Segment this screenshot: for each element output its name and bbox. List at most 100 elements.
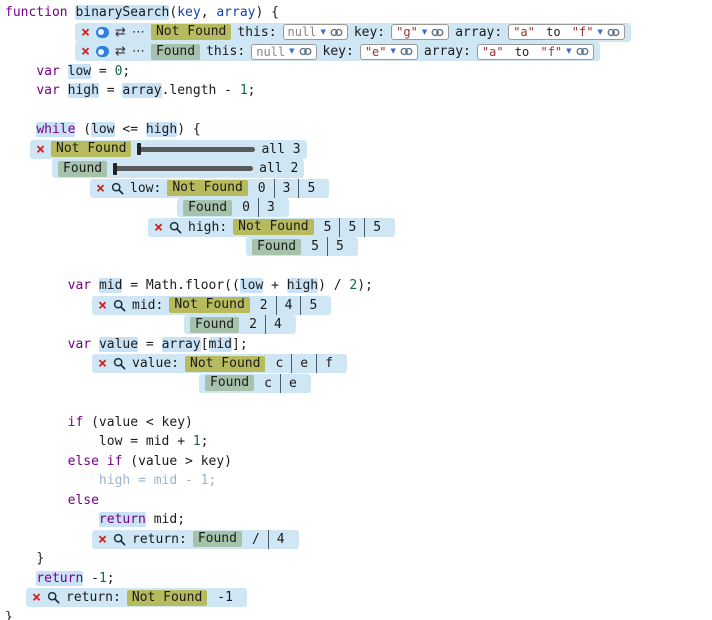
slider-line: Foundall 2 [5,159,712,179]
probe-value: 3 [258,198,283,217]
dropdown-arrow-icon[interactable]: ▼ [391,48,396,55]
chain-link-icon[interactable] [400,47,413,56]
argument-value-select[interactable]: "a" to "f"▼ [508,24,625,40]
probed-identifier[interactable]: low [68,64,91,79]
iteration-slider-track[interactable] [113,166,253,171]
argument-label: this: [206,44,245,59]
slider-range-label: all 2 [259,161,298,176]
probe-value: 2 [245,315,265,334]
probed-identifier[interactable]: return [99,512,146,527]
close-icon[interactable]: × [81,44,90,59]
code-token: ; [209,473,217,488]
argument-label: key: [354,25,385,40]
probed-identifier[interactable]: binarySearch [75,5,169,20]
probe-widget: ×return:Not Found-1 [26,588,247,607]
code-line: var mid = Math.floor((low + high) / 2); [5,276,712,296]
close-icon[interactable]: × [98,298,107,313]
probe-values: 555 [320,218,389,237]
code-token: ; [107,571,115,586]
probed-identifier[interactable]: value [99,337,138,352]
status-badge: Not Found [151,24,231,40]
probed-identifier[interactable]: mid [209,337,232,352]
probe-line: Found24 [5,315,712,335]
log-toggle-icon[interactable] [96,27,109,38]
status-badge: Found [183,200,232,216]
dropdown-arrow-icon[interactable]: ▼ [566,48,571,55]
argument-value: "a" [513,25,535,39]
slider-range-label: all 3 [261,142,300,157]
close-icon[interactable]: × [98,532,107,547]
iteration-slider-handle[interactable] [113,163,117,175]
code-token: ]; [232,337,248,352]
more-options-icon[interactable]: ⋯ [132,45,145,58]
swap-arrows-icon[interactable]: ⇄ [115,45,126,58]
chain-link-icon[interactable] [299,47,312,56]
probe-values: 03 [238,198,283,217]
chain-link-icon[interactable] [607,28,620,37]
code-token: (value > key) [122,454,232,469]
log-toggle-icon[interactable] [96,46,109,57]
probe-value: 5 [327,237,352,256]
probe-value: c [260,374,280,393]
probe-value: 5 [339,218,364,237]
code-line: else [5,491,712,511]
close-icon[interactable]: × [32,590,41,605]
close-icon[interactable]: × [154,220,163,235]
argument-value-select[interactable]: null▼ [283,24,348,40]
probe-value: f [316,354,341,373]
close-icon[interactable]: × [98,356,107,371]
code-token: = Math.floor(( [122,278,239,293]
code-token: = [91,64,114,79]
dropdown-arrow-icon[interactable]: ▼ [320,29,325,36]
argument-value-select[interactable]: "e"▼ [360,44,418,60]
probed-identifier[interactable]: array [122,83,161,98]
code-token: ); [357,278,373,293]
probed-identifier[interactable]: high [146,122,177,137]
probed-identifier[interactable]: while [36,122,75,137]
probed-identifier[interactable]: array [162,337,201,352]
probed-identifier[interactable]: mid [99,278,122,293]
call-widget: ×⇄⋯Not Foundthis:null▼key:"g"▼array:"a" … [75,23,631,42]
code-token: - [83,571,99,586]
chain-link-icon[interactable] [431,28,444,37]
close-icon[interactable]: × [81,25,90,40]
more-options-icon[interactable]: ⋯ [132,26,145,39]
code-token: array [216,5,255,20]
magnifier-icon [169,221,182,234]
probe-line: ×return:Found/4 [5,530,712,550]
code-line: low = mid + 1; [5,432,712,452]
probed-identifier[interactable]: low [240,278,263,293]
probe-value: e [280,374,305,393]
argument-value-select[interactable]: "g"▼ [391,24,449,40]
probed-identifier[interactable]: high [287,278,318,293]
iteration-slider-handle[interactable] [137,143,141,155]
slider-widget: Foundall 2 [52,159,304,178]
chain-link-icon[interactable] [330,28,343,37]
code-editor[interactable]: function binarySearch(key, array) {×⇄⋯No… [0,0,712,620]
close-icon[interactable]: × [36,142,45,157]
argument-value-select[interactable]: "a" to "f"▼ [477,44,594,60]
probed-identifier[interactable]: low [91,122,114,137]
argument-value-select[interactable]: null▼ [251,44,316,60]
code-token: ( [169,5,177,20]
probe-value: 0 [254,179,274,198]
dropdown-arrow-icon[interactable]: ▼ [422,29,427,36]
code-line: if (value < key) [5,413,712,433]
probe-value: 5 [364,218,389,237]
chain-link-icon[interactable] [576,47,589,56]
code-token [5,473,99,488]
code-line: else if (value > key) [5,452,712,472]
probed-identifier[interactable]: high [68,83,99,98]
swap-arrows-icon[interactable]: ⇄ [115,26,126,39]
code-token: function [5,5,75,20]
probe-line: ×mid:Not Found245 [5,296,712,316]
code-token: (value < key) [83,415,193,430]
iteration-slider-track[interactable] [137,147,255,152]
close-icon[interactable]: × [96,181,105,196]
code-token: low = mid + [99,434,193,449]
dropdown-arrow-icon[interactable]: ▼ [597,29,602,36]
code-token: , [201,5,217,20]
code-token: if [68,415,84,430]
dropdown-arrow-icon[interactable]: ▼ [289,48,294,55]
probed-identifier[interactable]: return [36,571,83,586]
